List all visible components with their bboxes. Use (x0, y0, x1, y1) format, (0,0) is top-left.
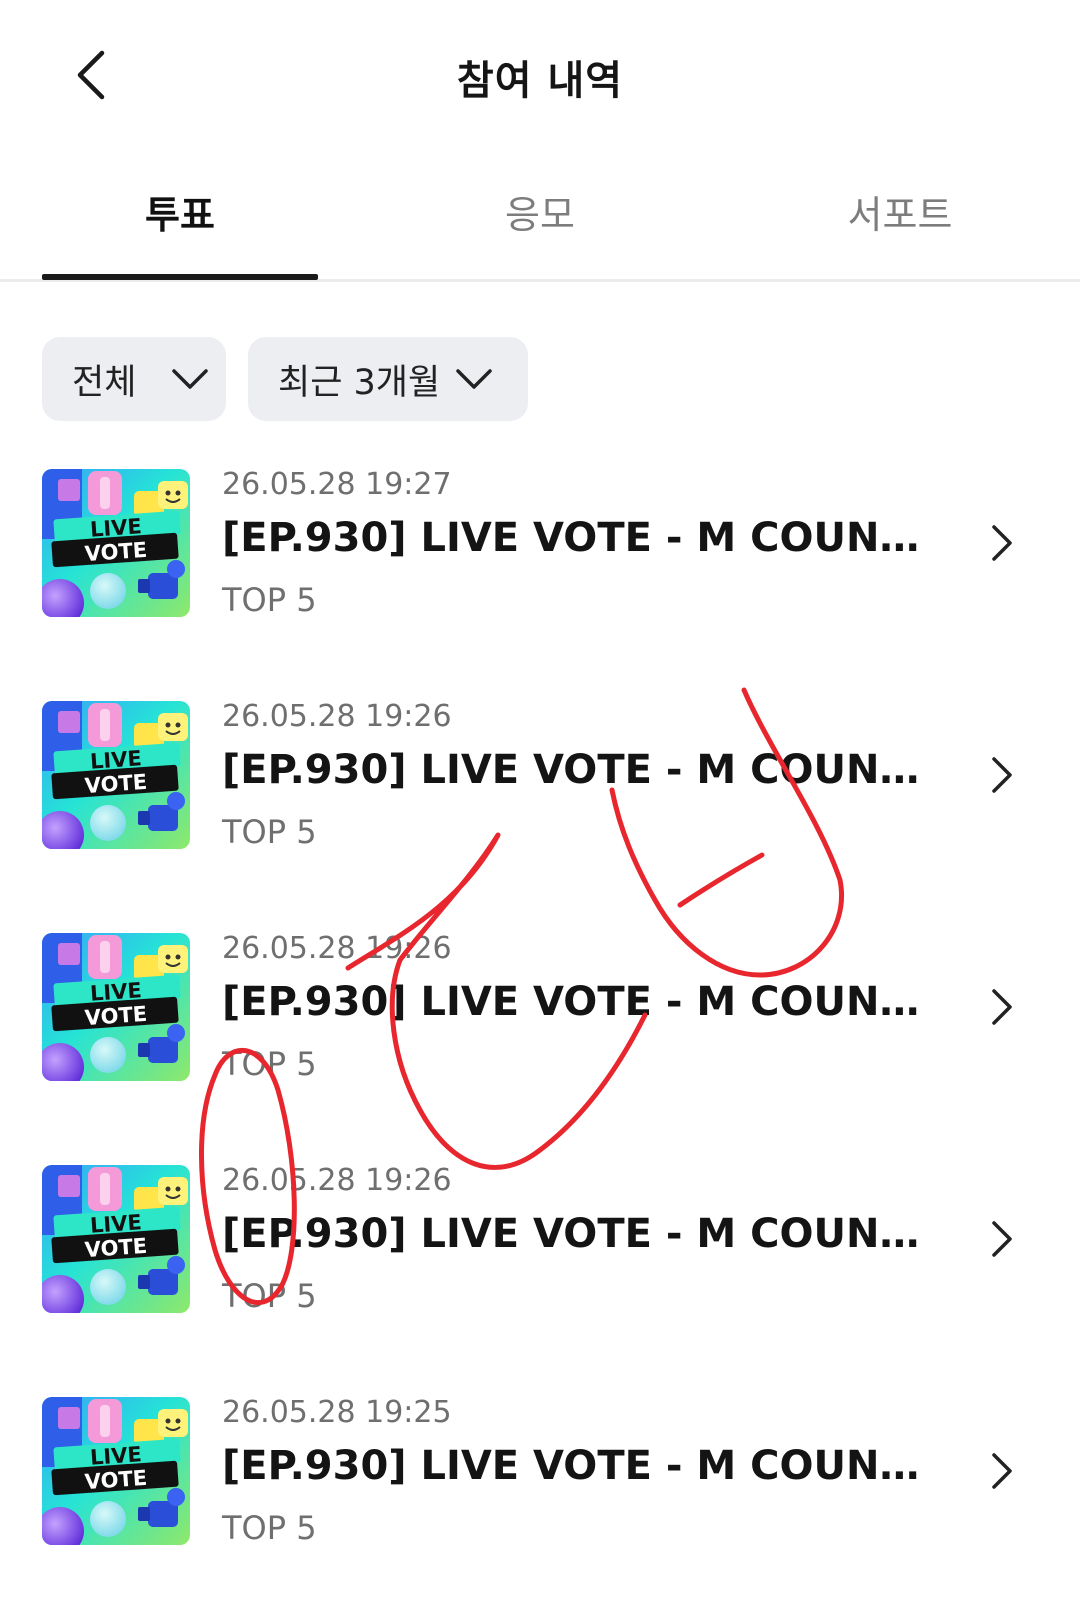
live-vote-thumbnail (42, 701, 190, 849)
item-date: 26.05.28 19:26 (222, 931, 452, 966)
chevron-down-icon (172, 369, 208, 389)
item-title: [EP.930] LIVE VOTE - M COUNTDOWN (222, 1443, 942, 1489)
item-subtitle: TOP 5 (222, 1509, 317, 1547)
chevron-right-icon (992, 757, 1012, 793)
header-bar: 참여 내역 (0, 0, 1080, 150)
list-item[interactable]: 26.05.28 19:26 [EP.930] LIVE VOTE - M CO… (0, 1163, 1080, 1365)
item-date: 26.05.28 19:26 (222, 699, 452, 734)
tab-support[interactable]: 서포트 (762, 184, 1038, 274)
live-vote-thumbnail (42, 469, 190, 617)
item-title: [EP.930] LIVE VOTE - M COUNTDOWN (222, 1211, 942, 1257)
item-title: [EP.930] LIVE VOTE - M COUNTDOWN (222, 979, 942, 1025)
list-item[interactable]: 26.05.28 19:26 [EP.930] LIVE VOTE - M CO… (0, 699, 1080, 901)
live-vote-thumbnail (42, 1397, 190, 1545)
page-title: 참여 내역 (456, 58, 624, 104)
chevron-down-icon (456, 369, 492, 389)
item-subtitle: TOP 5 (222, 1045, 317, 1083)
chevron-right-icon (992, 1221, 1012, 1257)
list-item[interactable]: 26.05.28 19:25 [EP.930] LIVE VOTE - M CO… (0, 1395, 1080, 1597)
list-item[interactable]: 26.05.28 19:26 [EP.930] LIVE VOTE - M CO… (0, 931, 1080, 1133)
tab-vote[interactable]: 투표 (42, 184, 318, 274)
item-subtitle: TOP 5 (222, 813, 317, 851)
item-date: 26.05.28 19:27 (222, 467, 452, 502)
item-subtitle: TOP 5 (222, 581, 317, 619)
chevron-right-icon (992, 1453, 1012, 1489)
list-item[interactable]: 26.05.28 19:27 [EP.930] LIVE VOTE - M CO… (0, 467, 1080, 669)
filter-category-dropdown[interactable]: 전체 (42, 337, 226, 421)
item-date: 26.05.28 19:25 (222, 1395, 452, 1430)
active-tab-indicator (42, 274, 318, 280)
item-title: [EP.930] LIVE VOTE - M COUNTDOWN (222, 515, 942, 561)
item-date: 26.05.28 19:26 (222, 1163, 452, 1198)
filter-period-label: 최근 3개월 (278, 362, 441, 403)
item-title: [EP.930] LIVE VOTE - M COUNTDOWN (222, 747, 942, 793)
filter-category-label: 전체 (72, 362, 137, 403)
filter-period-dropdown[interactable]: 최근 3개월 (248, 337, 528, 421)
tab-bar: 투표 응모 서포트 (0, 170, 1080, 282)
item-subtitle: TOP 5 (222, 1277, 317, 1315)
chevron-right-icon (992, 989, 1012, 1025)
chevron-right-icon (992, 525, 1012, 561)
live-vote-thumbnail (42, 933, 190, 1081)
tab-entry[interactable]: 응모 (402, 184, 678, 274)
live-vote-thumbnail (42, 1165, 190, 1313)
